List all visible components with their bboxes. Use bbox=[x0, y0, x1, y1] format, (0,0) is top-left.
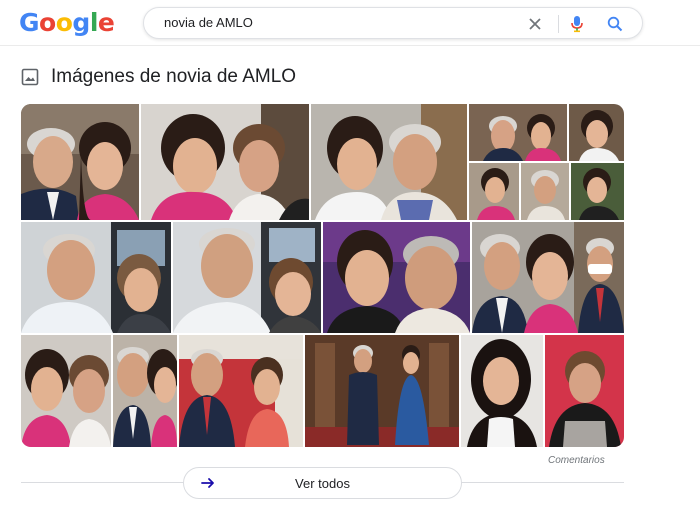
image-tile[interactable] bbox=[113, 335, 177, 447]
view-all-label: Ver todos bbox=[295, 475, 350, 491]
image-tile[interactable] bbox=[173, 222, 321, 333]
image-tile[interactable] bbox=[311, 104, 467, 220]
search-box bbox=[143, 7, 643, 39]
google-logo[interactable]: Google bbox=[19, 8, 115, 37]
top-bar: Google bbox=[0, 0, 700, 46]
image-tile[interactable] bbox=[21, 104, 139, 220]
image-tile[interactable] bbox=[21, 335, 111, 447]
image-tile[interactable] bbox=[305, 335, 459, 447]
search-input[interactable] bbox=[164, 15, 494, 30]
image-tile[interactable] bbox=[469, 104, 624, 220]
logo-letter: o bbox=[55, 8, 73, 37]
clear-icon[interactable] bbox=[524, 13, 546, 35]
image-tile[interactable] bbox=[545, 335, 624, 447]
image-tile[interactable] bbox=[461, 335, 543, 447]
images-section-title: Imágenes de novia de AMLO bbox=[51, 66, 297, 87]
search-icon[interactable] bbox=[604, 13, 626, 35]
image-icon bbox=[21, 68, 39, 86]
view-all-button[interactable]: Ver todos bbox=[183, 467, 462, 499]
microphone-icon[interactable] bbox=[566, 13, 588, 35]
images-section-header: Imágenes de novia de AMLO bbox=[21, 64, 296, 90]
arrow-right-icon bbox=[201, 478, 214, 488]
search-divider bbox=[558, 15, 559, 33]
logo-letter: o bbox=[39, 8, 56, 37]
image-grid bbox=[21, 104, 624, 447]
image-tile[interactable] bbox=[141, 104, 309, 220]
logo-letter: l bbox=[89, 8, 99, 37]
image-tile[interactable] bbox=[21, 222, 171, 333]
image-tile[interactable] bbox=[472, 222, 624, 333]
logo-letter: G bbox=[19, 8, 40, 37]
logo-letter: e bbox=[97, 8, 115, 37]
comments-link[interactable]: Comentarios bbox=[548, 455, 605, 466]
logo-letter: g bbox=[72, 8, 90, 37]
image-tile[interactable] bbox=[323, 222, 470, 333]
image-tile[interactable] bbox=[179, 335, 303, 447]
